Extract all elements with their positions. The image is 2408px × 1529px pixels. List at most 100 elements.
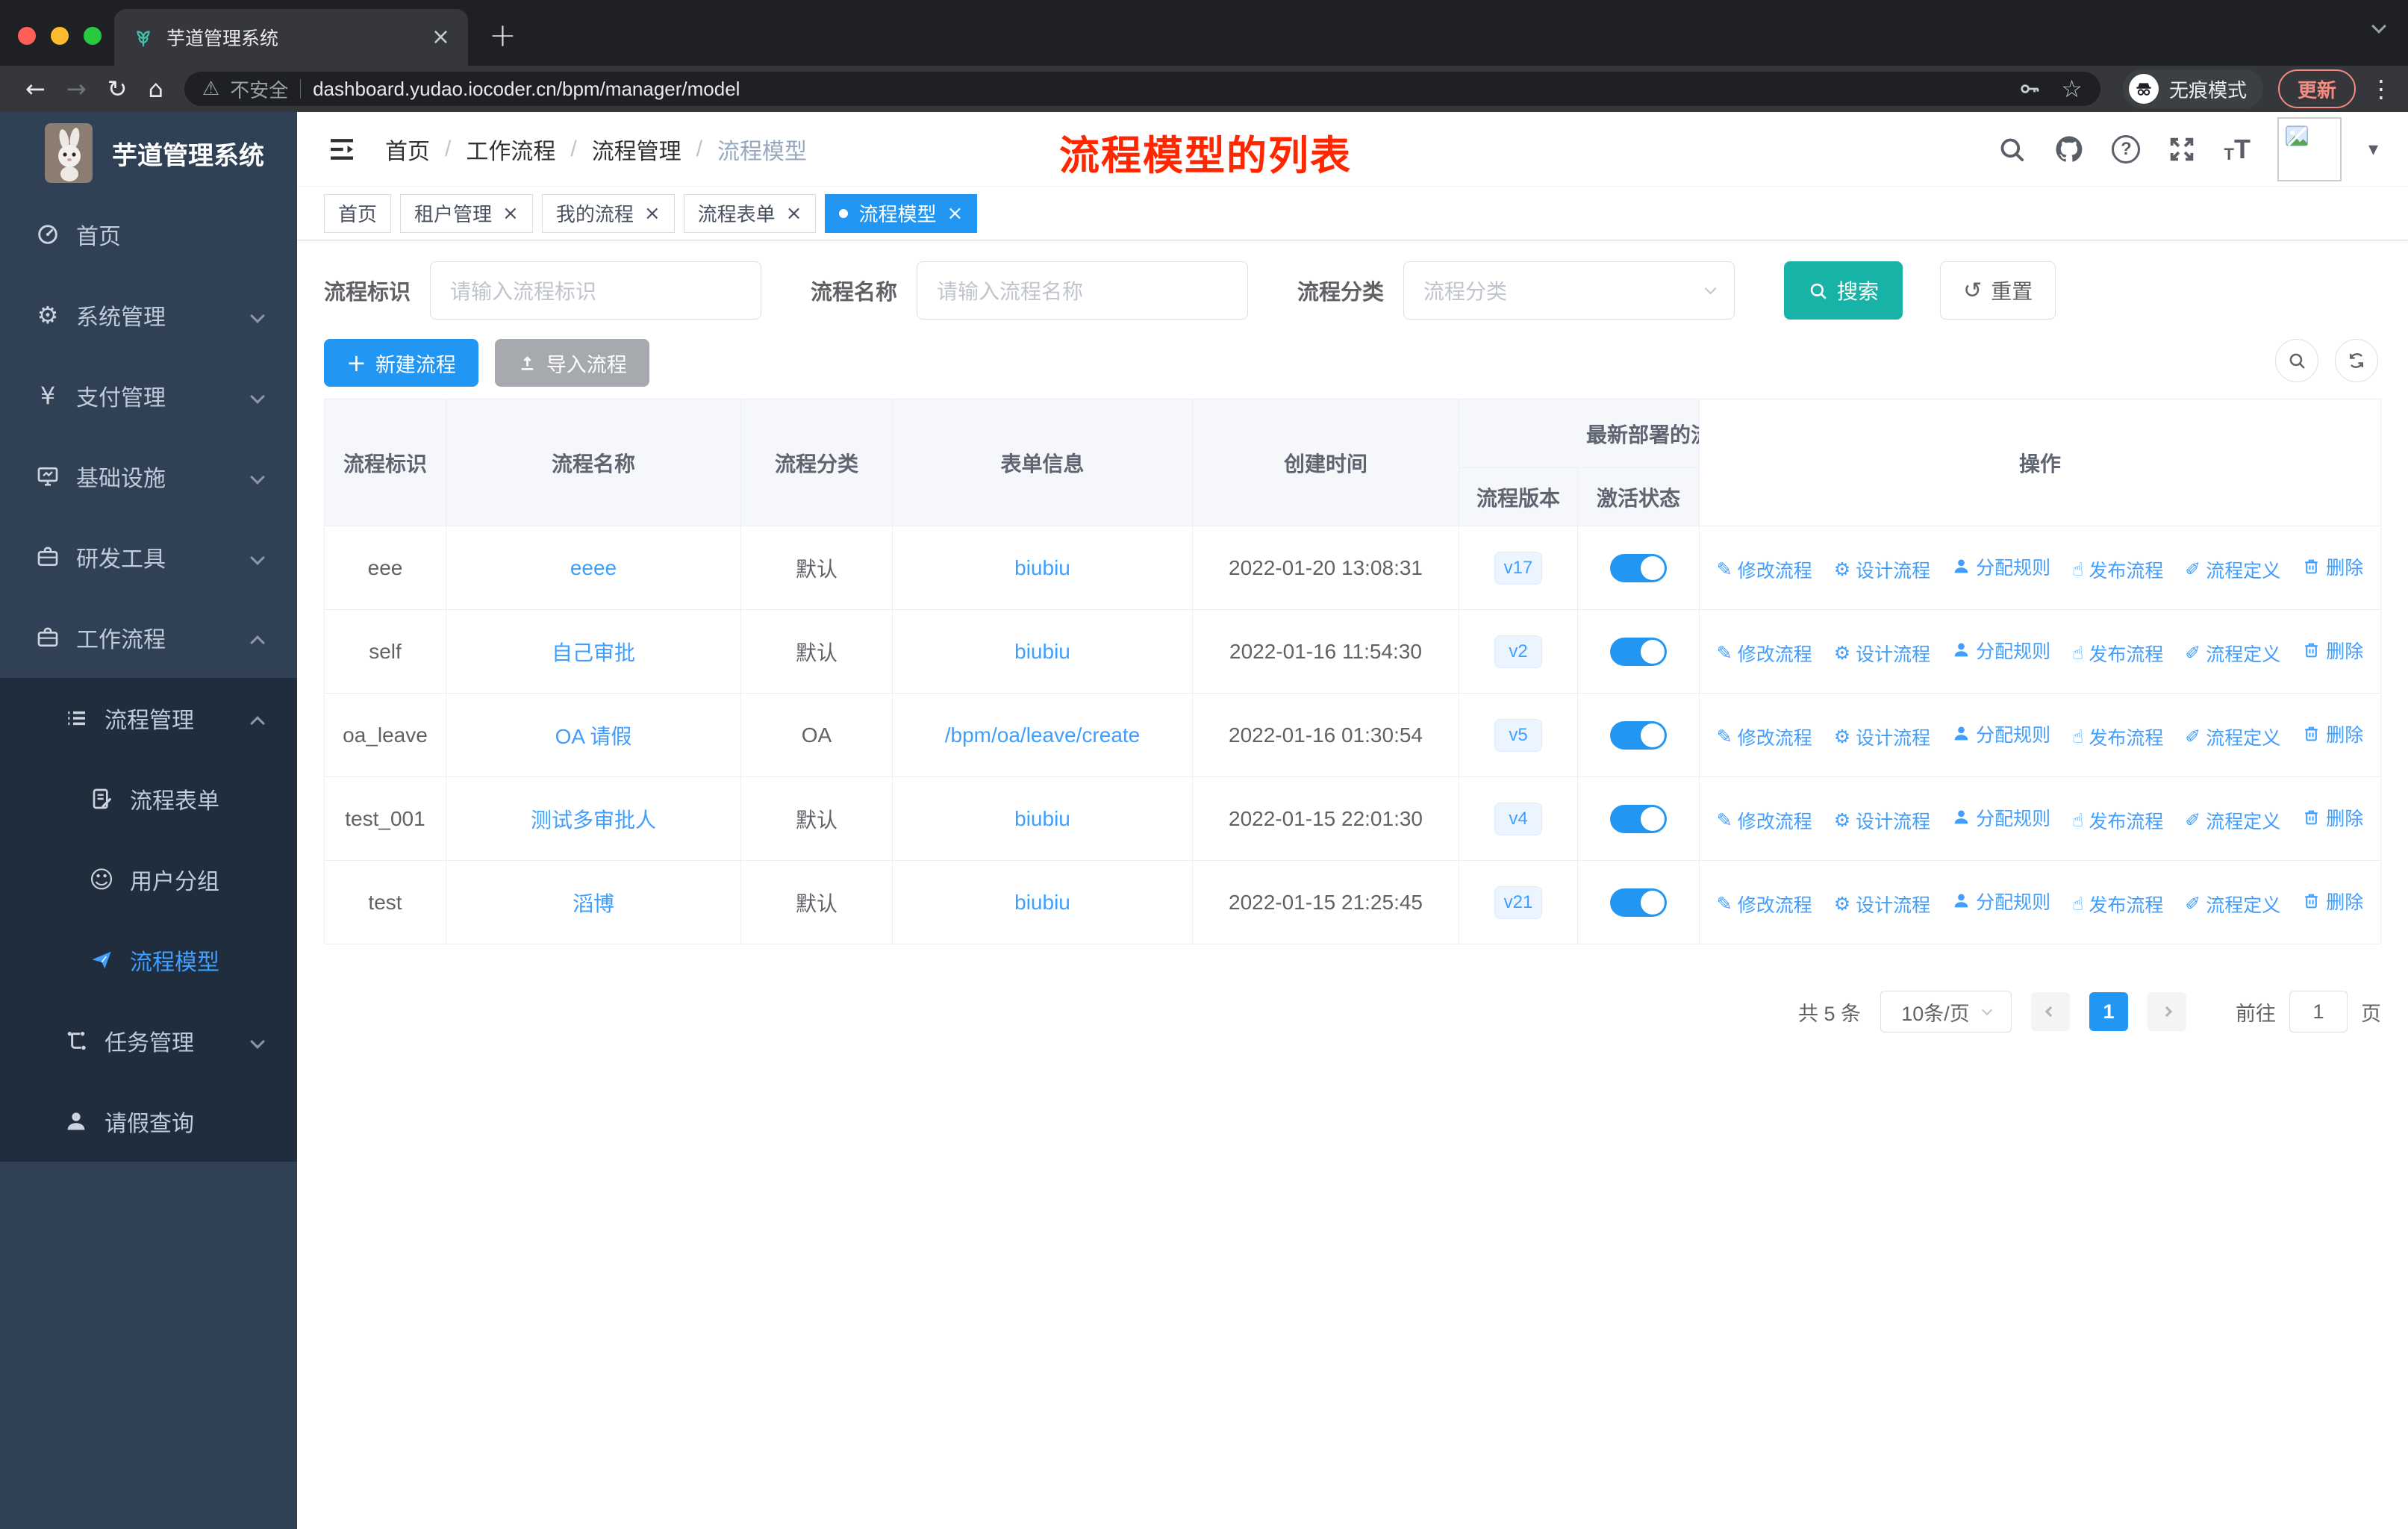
row-action-publish[interactable]: ☝ 发布流程: [2072, 891, 2163, 918]
row-action-design[interactable]: ⚙ 设计流程: [1834, 640, 1930, 667]
process-name-link[interactable]: 测试多审批人: [531, 809, 656, 832]
version-badge[interactable]: v17: [1494, 551, 1543, 585]
minimize-window-button[interactable]: [51, 27, 69, 45]
process-name-link[interactable]: 滔博: [573, 892, 614, 915]
row-action-define[interactable]: ✐ 流程定义: [2185, 556, 2280, 583]
sidebar-item-process-model[interactable]: 流程模型: [0, 920, 297, 1000]
row-action-define[interactable]: ✐ 流程定义: [2185, 807, 2280, 834]
reset-button[interactable]: ↺ 重置: [1940, 261, 2056, 320]
key-icon[interactable]: [2019, 78, 2042, 100]
sidebar-item-leave-query[interactable]: 请假查询: [0, 1081, 297, 1162]
window-controls[interactable]: [18, 27, 102, 45]
import-process-button[interactable]: 导入流程: [494, 339, 649, 387]
row-action-delete[interactable]: 删除: [2302, 637, 2363, 664]
browser-tab[interactable]: 芋道管理系统 ×: [114, 9, 468, 66]
github-icon[interactable]: [2053, 134, 2085, 165]
back-icon[interactable]: ←: [25, 75, 46, 103]
row-action-define[interactable]: ✐ 流程定义: [2185, 723, 2280, 750]
breadcrumb-item[interactable]: 工作流程: [466, 133, 555, 166]
version-badge[interactable]: v4: [1494, 802, 1542, 835]
sidebar-item-home[interactable]: 首页: [0, 194, 297, 275]
tag-close-icon[interactable]: ×: [786, 204, 802, 223]
sidebar-item-devtools[interactable]: 研发工具: [0, 517, 297, 597]
row-action-delete[interactable]: 删除: [2302, 888, 2363, 915]
row-action-design[interactable]: ⚙ 设计流程: [1834, 723, 1930, 750]
next-page-button[interactable]: [2147, 992, 2186, 1031]
refresh-button[interactable]: [2335, 339, 2378, 382]
sidebar-item-user-group[interactable]: ☺ 用户分组: [0, 839, 297, 920]
row-action-publish[interactable]: ☝ 发布流程: [2072, 807, 2163, 834]
create-process-button[interactable]: + 新建流程: [324, 339, 478, 387]
row-action-design[interactable]: ⚙ 设计流程: [1834, 556, 1930, 583]
sidebar-item-process-mgmt[interactable]: 流程管理: [0, 678, 297, 759]
row-action-delete[interactable]: 删除: [2302, 804, 2363, 831]
row-action-delete[interactable]: 删除: [2302, 720, 2363, 747]
tag-view-租户管理[interactable]: 租户管理 ×: [400, 193, 533, 233]
browser-menu-icon[interactable]: ⋮: [2369, 75, 2393, 103]
tag-view-首页[interactable]: 首页 ×: [324, 193, 392, 233]
form-info-link[interactable]: /bpm/oa/leave/create: [945, 723, 1141, 747]
row-action-design[interactable]: ⚙ 设计流程: [1834, 807, 1930, 834]
search-icon[interactable]: [1997, 134, 2027, 164]
new-tab-button[interactable]: +: [489, 16, 517, 55]
url-text[interactable]: dashboard.yudao.iocoder.cn/bpm/manager/m…: [313, 78, 740, 101]
tag-close-icon[interactable]: ×: [644, 204, 661, 223]
sidebar-logo-row[interactable]: 芋道管理系统: [0, 112, 297, 194]
version-badge[interactable]: v5: [1494, 718, 1542, 752]
security-label[interactable]: 不安全: [230, 75, 288, 103]
page-size-select[interactable]: 10条/页: [1880, 991, 2012, 1033]
active-toggle[interactable]: [1610, 720, 1667, 750]
goto-page-input[interactable]: 1: [2289, 991, 2348, 1033]
help-icon[interactable]: [2112, 134, 2141, 164]
tag-view-我的流程[interactable]: 我的流程 ×: [541, 193, 675, 233]
breadcrumb-item[interactable]: 首页: [385, 133, 430, 166]
row-action-modify[interactable]: ✎ 修改流程: [1717, 891, 1812, 918]
row-action-assign[interactable]: 分配规则: [1952, 553, 2050, 580]
row-action-modify[interactable]: ✎ 修改流程: [1717, 640, 1812, 667]
font-size-icon[interactable]: [2224, 134, 2250, 165]
active-toggle[interactable]: [1610, 888, 1667, 917]
sidebar-item-process-form[interactable]: 流程表单: [0, 759, 297, 839]
form-info-link[interactable]: biubiu: [1014, 640, 1070, 663]
form-info-link[interactable]: biubiu: [1014, 556, 1070, 579]
zoom-window-button[interactable]: [84, 27, 102, 45]
avatar[interactable]: [2277, 116, 2342, 181]
version-badge[interactable]: v21: [1494, 885, 1543, 919]
browser-update-button[interactable]: 更新: [2277, 69, 2356, 108]
address-bar[interactable]: ⚠ 不安全 dashboard.yudao.iocoder.cn/bpm/man…: [184, 72, 2100, 106]
sidebar-item-payment[interactable]: ¥ 支付管理: [0, 355, 297, 436]
row-action-delete[interactable]: 删除: [2302, 553, 2363, 580]
tag-close-icon[interactable]: ×: [502, 204, 519, 223]
breadcrumb-item[interactable]: 流程管理: [592, 133, 681, 166]
row-action-assign[interactable]: 分配规则: [1952, 637, 2050, 664]
process-category-select[interactable]: 流程分类: [1403, 261, 1735, 320]
row-action-assign[interactable]: 分配规则: [1952, 804, 2050, 831]
sidebar-item-task-mgmt[interactable]: 任务管理: [0, 1000, 297, 1081]
row-action-modify[interactable]: ✎ 修改流程: [1717, 723, 1812, 750]
sidebar-item-infra[interactable]: 基础设施: [0, 436, 297, 517]
row-action-publish[interactable]: ☝ 发布流程: [2072, 556, 2163, 583]
bookmark-star-icon[interactable]: ☆: [2061, 75, 2083, 103]
form-info-link[interactable]: biubiu: [1014, 891, 1070, 914]
breadcrumb[interactable]: 首页 / 工作流程 / 流程管理 / 流程模型: [385, 133, 807, 166]
home-icon[interactable]: ⌂: [148, 75, 163, 103]
row-action-modify[interactable]: ✎ 修改流程: [1717, 807, 1812, 834]
row-action-assign[interactable]: 分配规则: [1952, 720, 2050, 747]
row-action-modify[interactable]: ✎ 修改流程: [1717, 556, 1812, 583]
active-toggle[interactable]: [1610, 637, 1667, 666]
row-action-assign[interactable]: 分配规则: [1952, 888, 2050, 915]
close-window-button[interactable]: [18, 27, 36, 45]
toggle-search-button[interactable]: [2275, 339, 2318, 382]
prev-page-button[interactable]: [2031, 992, 2070, 1031]
form-info-link[interactable]: biubiu: [1014, 807, 1070, 830]
tab-search-chevron-icon[interactable]: [2371, 19, 2386, 34]
row-action-define[interactable]: ✐ 流程定义: [2185, 640, 2280, 667]
sidebar-item-system[interactable]: ⚙ 系统管理: [0, 275, 297, 355]
row-action-publish[interactable]: ☝ 发布流程: [2072, 640, 2163, 667]
tag-view-流程表单[interactable]: 流程表单 ×: [683, 193, 817, 233]
process-name-link[interactable]: eeee: [570, 556, 617, 579]
reload-icon[interactable]: ↻: [107, 75, 128, 103]
current-page[interactable]: 1: [2089, 992, 2128, 1031]
search-button[interactable]: 搜索: [1784, 261, 1903, 320]
sidebar-item-workflow[interactable]: 工作流程: [0, 597, 297, 678]
